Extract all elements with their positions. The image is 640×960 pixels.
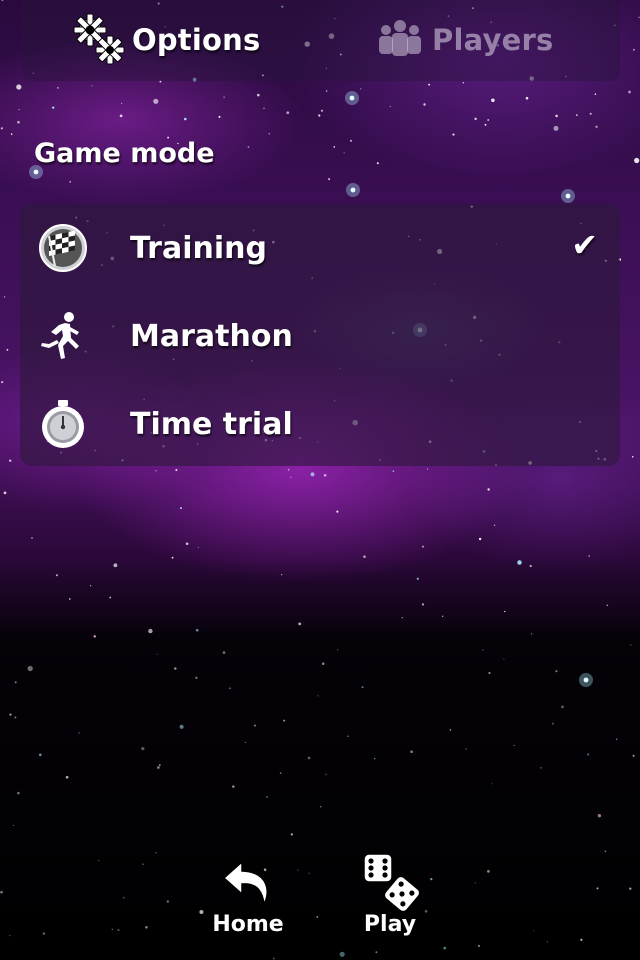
game-mode-item-marathon[interactable]: Marathon: [20, 292, 620, 380]
dice-icon: [363, 853, 421, 912]
checkered-flag-icon: [36, 221, 90, 275]
play-button[interactable]: Play: [356, 852, 424, 937]
tab-players[interactable]: Players: [372, 10, 553, 70]
game-mode-label: Training: [130, 230, 267, 266]
game-mode-item-time-trial[interactable]: Time trial: [20, 380, 620, 468]
runner-icon: [36, 309, 90, 363]
game-mode-label: Marathon: [130, 318, 293, 354]
checkmark-icon: ✔: [571, 226, 598, 264]
section-title-game-mode: Game mode: [34, 138, 215, 169]
back-arrow-icon: [222, 860, 268, 907]
game-mode-item-training[interactable]: Training ✔: [20, 204, 620, 292]
tab-players-label: Players: [432, 23, 554, 57]
tab-options[interactable]: Options: [72, 10, 260, 70]
game-mode-list: Training ✔ Marathon Time trial: [20, 204, 620, 466]
play-label: Play: [363, 912, 417, 937]
home-button[interactable]: Home: [212, 858, 284, 937]
people-icon: [379, 20, 421, 56]
gears-icon: [73, 13, 125, 65]
game-mode-label: Time trial: [130, 406, 293, 442]
stopwatch-icon: [36, 397, 90, 451]
home-label: Home: [212, 912, 284, 937]
tab-options-label: Options: [132, 23, 261, 57]
